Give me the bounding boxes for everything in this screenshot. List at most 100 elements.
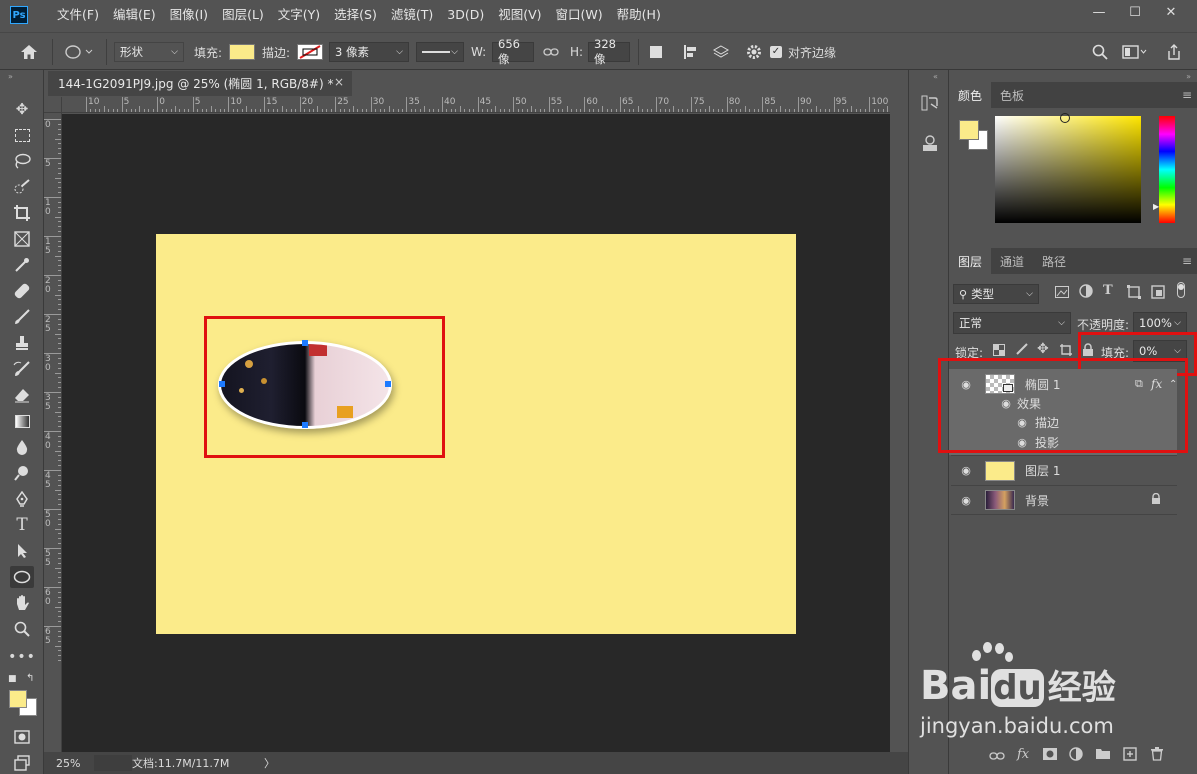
visibility-eye-icon[interactable]: ◉ — [959, 494, 973, 507]
frame-tool-icon[interactable] — [10, 228, 34, 250]
status-menu-arrow[interactable]: 〉 — [264, 755, 275, 771]
close-document-icon[interactable]: × — [334, 75, 344, 89]
menu-select[interactable]: 选择(S) — [327, 0, 384, 30]
share-icon[interactable] — [1166, 41, 1182, 63]
ellipse-tool-icon[interactable] — [10, 566, 34, 588]
hue-slider-handle[interactable]: ▶ — [1153, 202, 1159, 211]
swap-colors-icon[interactable]: ↰ — [26, 673, 34, 684]
brush-tool-icon[interactable] — [10, 306, 34, 328]
delete-layer-icon[interactable] — [1151, 747, 1163, 765]
eraser-tool-icon[interactable] — [10, 384, 34, 406]
menu-filter[interactable]: 滤镜(T) — [384, 0, 440, 30]
filter-type-icon[interactable]: T — [1103, 283, 1113, 298]
quick-mask-icon[interactable] — [10, 726, 34, 748]
ruler-origin[interactable] — [44, 97, 62, 113]
menu-type[interactable]: 文字(Y) — [271, 0, 327, 30]
maximize-button[interactable]: ☐ — [1117, 0, 1153, 24]
filter-smart-object-icon[interactable] — [1151, 285, 1165, 303]
more-tools-icon[interactable]: ••• — [8, 646, 35, 668]
lock-position-icon[interactable]: ✥ — [1037, 341, 1049, 357]
tab-layers[interactable]: 图层 — [949, 248, 992, 274]
type-tool-icon[interactable]: T — [10, 514, 34, 536]
foreground-color-chip[interactable] — [959, 120, 979, 140]
blur-tool-icon[interactable] — [10, 436, 34, 458]
height-input[interactable]: 328 像 — [588, 37, 630, 66]
move-tool-icon[interactable]: ✥ — [10, 98, 34, 120]
tab-swatches[interactable]: 色板 — [991, 82, 1033, 108]
filter-toggle-switch[interactable] — [1177, 282, 1185, 298]
filter-pixel-icon[interactable] — [1055, 286, 1069, 302]
gear-icon[interactable] — [746, 41, 762, 63]
menu-view[interactable]: 视图(V) — [491, 0, 548, 30]
pen-tool-icon[interactable] — [10, 488, 34, 510]
menu-3d[interactable]: 3D(D) — [440, 0, 491, 30]
color-picker-field[interactable] — [995, 113, 1141, 223]
hue-slider[interactable]: ▶ — [1153, 116, 1175, 223]
clone-stamp-tool-icon[interactable] — [10, 332, 34, 354]
minimize-button[interactable]: — — [1081, 0, 1117, 24]
filter-adjustment-icon[interactable] — [1079, 284, 1093, 302]
link-layers-icon[interactable] — [989, 750, 1005, 765]
stroke-width-select[interactable]: 3 像素 ⌵ — [329, 41, 409, 63]
fill-swatch[interactable] — [229, 41, 255, 63]
foreground-color-swatch[interactable] — [9, 690, 27, 708]
collapse-icon[interactable]: » — [8, 72, 13, 81]
menu-edit[interactable]: 编辑(E) — [106, 0, 163, 30]
document-tab[interactable]: 144-1G2091PJ9.jpg @ 25% (椭圆 1, RGB/8#) *… — [48, 71, 352, 96]
tab-paths[interactable]: 路径 — [1033, 248, 1075, 274]
lasso-tool-icon[interactable] — [10, 150, 34, 172]
path-operations-icon[interactable] — [650, 41, 662, 63]
add-mask-icon[interactable] — [1043, 748, 1057, 764]
layer-name[interactable]: 背景 — [1025, 492, 1049, 509]
path-alignment-icon[interactable] — [682, 41, 698, 63]
new-group-icon[interactable] — [1095, 748, 1111, 764]
menu-help[interactable]: 帮助(H) — [610, 0, 668, 30]
eyedropper-tool-icon[interactable] — [10, 254, 34, 276]
zoom-tool-icon[interactable] — [10, 618, 34, 640]
layer-filter-select[interactable]: ⚲ 类型 ⌵ — [953, 284, 1039, 304]
screen-mode-icon[interactable] — [10, 752, 34, 774]
gradient-tool-icon[interactable] — [10, 410, 34, 432]
color-picker-cursor[interactable] — [1060, 113, 1070, 123]
path-selection-tool-icon[interactable] — [10, 540, 34, 562]
menu-image[interactable]: 图像(I) — [163, 0, 215, 30]
properties-panel-icon[interactable] — [921, 134, 939, 156]
collapse-dock-icon[interactable]: « — [933, 72, 938, 81]
menu-window[interactable]: 窗口(W) — [549, 0, 610, 30]
path-arrangement-icon[interactable] — [712, 41, 730, 63]
width-input[interactable]: 656 像 — [492, 37, 534, 66]
zoom-level[interactable]: 25% — [56, 757, 80, 770]
link-icon[interactable] — [543, 41, 559, 63]
panel-menu-icon[interactable]: ≡ — [1182, 88, 1192, 102]
menu-layer[interactable]: 图层(L) — [215, 0, 271, 30]
healing-brush-tool-icon[interactable] — [10, 280, 34, 302]
tab-color[interactable]: 颜色 — [949, 82, 992, 108]
visibility-eye-icon[interactable]: ◉ — [959, 464, 973, 477]
opacity-input[interactable]: 100% ⌵ — [1133, 312, 1187, 334]
align-edges-checkbox[interactable]: ✓ 对齐边缘 — [770, 41, 836, 63]
layer-row-background[interactable]: ◉ 背景 — [951, 485, 1177, 515]
quick-selection-tool-icon[interactable] — [10, 176, 34, 198]
shape-mode-select[interactable]: 形状 ⌵ — [114, 41, 184, 63]
canvas-workspace[interactable] — [62, 114, 890, 752]
stroke-type-select[interactable]: ⌵ — [416, 41, 464, 63]
crop-tool-icon[interactable] — [10, 202, 34, 224]
layer-row-layer1[interactable]: ◉ 图层 1 — [951, 455, 1177, 485]
search-icon[interactable] — [1092, 41, 1108, 63]
hand-tool-icon[interactable] — [10, 592, 34, 614]
workspace-icon[interactable] — [1122, 41, 1148, 63]
layers-panel-menu-icon[interactable]: ≡ — [1182, 254, 1192, 268]
home-icon[interactable] — [20, 41, 38, 63]
stroke-swatch[interactable] — [297, 41, 323, 63]
history-brush-tool-icon[interactable] — [10, 358, 34, 380]
collapse-panels-icon[interactable]: » — [1186, 72, 1191, 81]
filter-shape-icon[interactable] — [1127, 285, 1141, 303]
ellipse-tool-preset-icon[interactable] — [64, 41, 94, 63]
marquee-tool-icon[interactable] — [10, 124, 34, 146]
document-canvas[interactable] — [156, 234, 796, 634]
layer-name[interactable]: 图层 1 — [1025, 462, 1060, 479]
dodge-tool-icon[interactable] — [10, 462, 34, 484]
default-colors-icon[interactable]: ■ — [8, 674, 17, 684]
blend-mode-select[interactable]: 正常 ⌵ — [953, 312, 1071, 334]
menu-file[interactable]: 文件(F) — [50, 0, 106, 30]
